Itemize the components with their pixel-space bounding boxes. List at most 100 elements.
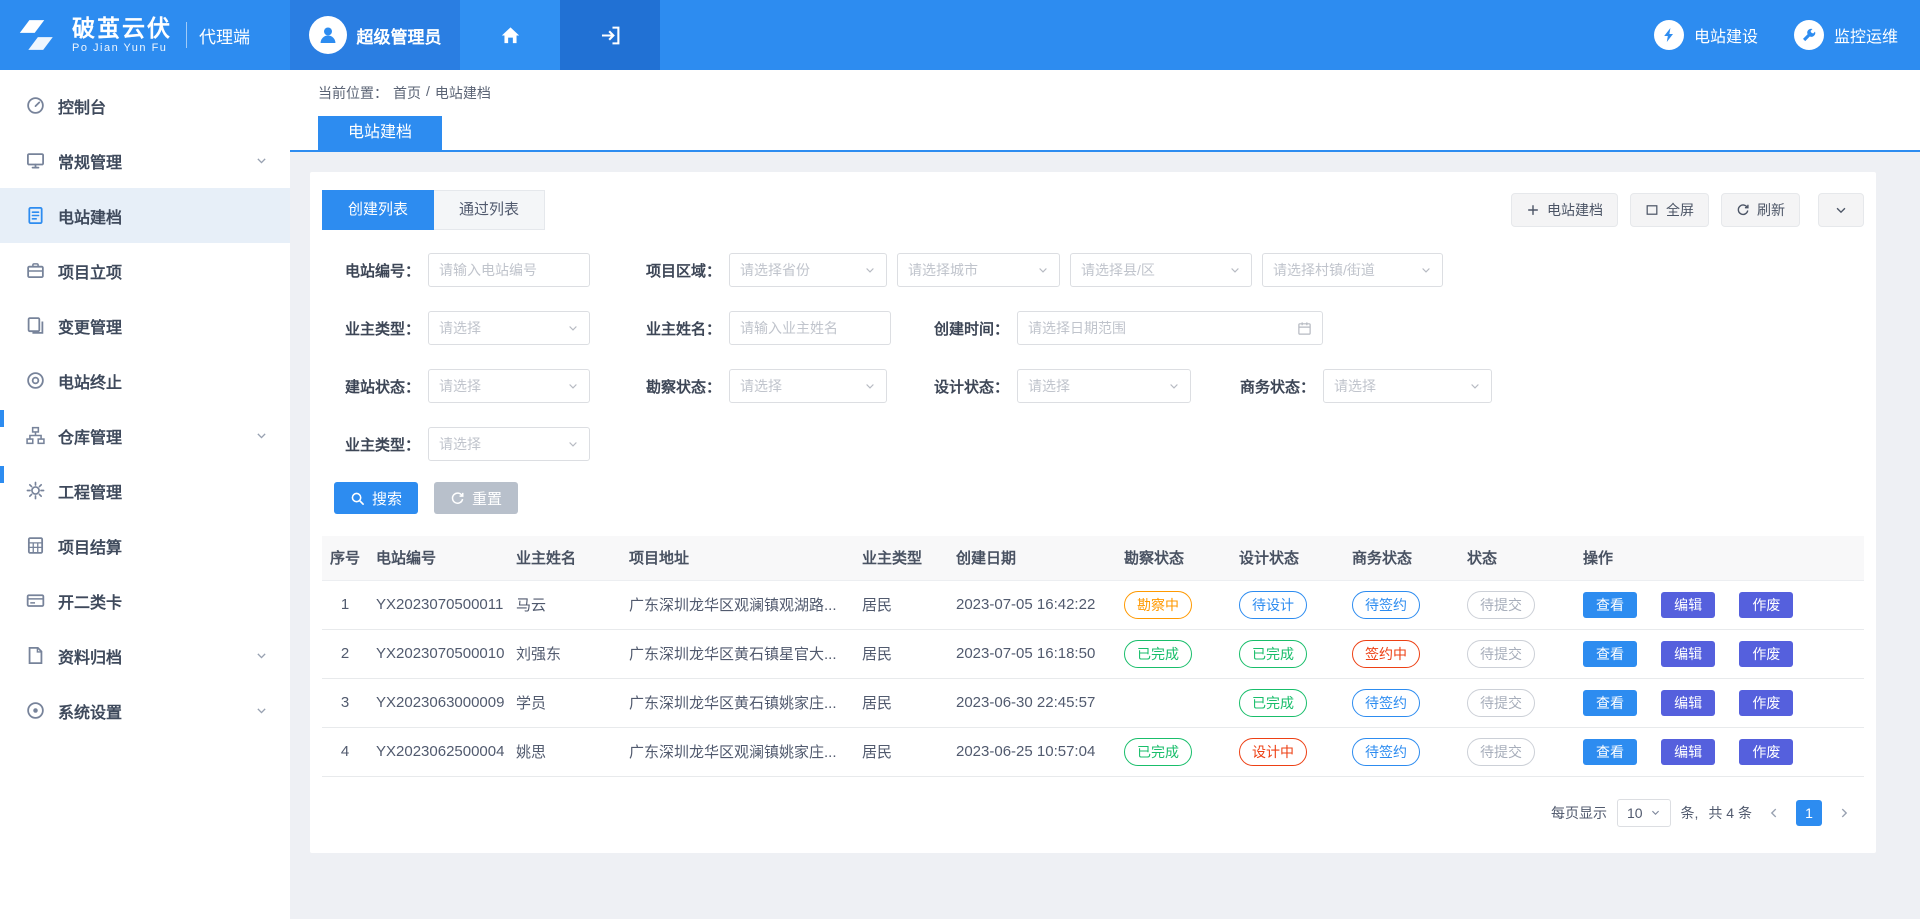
business-status-select[interactable]: 请选择 (1323, 369, 1492, 403)
owner-type-cell: 居民 (854, 678, 948, 727)
sidebar-item-change-management[interactable]: 变更管理 (0, 298, 290, 353)
design-status-field: 设计状态： 请选择 (923, 366, 1191, 406)
owner-type2-select[interactable]: 请选择 (428, 427, 590, 461)
sidebar-item-system-settings[interactable]: 系统设置 (0, 683, 290, 738)
status-cell: 待提交 (1459, 727, 1575, 776)
sidebar-item-station-termination[interactable]: 电站终止 (0, 353, 290, 408)
edit-button[interactable]: 编辑 (1661, 739, 1715, 765)
owner-type-cell: 居民 (854, 727, 948, 776)
station-no-input[interactable] (439, 262, 579, 278)
status-badge: 待签约 (1352, 738, 1420, 766)
sidebar-item-console[interactable]: 控制台 (0, 78, 290, 133)
refresh-icon (1736, 203, 1750, 217)
nav-station-build-label: 电站建设 (1694, 23, 1758, 47)
owner-name-input-wrap (729, 311, 891, 345)
view-button[interactable]: 查看 (1583, 641, 1637, 667)
sidebar-item-type2-card[interactable]: 开二类卡 (0, 573, 290, 628)
void-button[interactable]: 作废 (1739, 739, 1793, 765)
sidebar-item-project-initiation[interactable]: 项目立项 (0, 243, 290, 298)
sidebar-item-engineering-management[interactable]: 工程管理 (0, 463, 290, 518)
chevron-down-icon (1650, 807, 1661, 818)
town-select[interactable]: 请选择村镇/街道 (1262, 253, 1443, 287)
nav-monitor-ops[interactable]: 监控运维 (1794, 20, 1898, 50)
fullscreen-icon (1645, 203, 1659, 217)
county-select[interactable]: 请选择县/区 (1070, 253, 1252, 287)
survey-status-cell: 已完成 (1116, 629, 1231, 678)
card-icon (26, 591, 45, 610)
filter-row-1: 电站编号： 项目区域： 请选择省份 请 (322, 250, 1864, 290)
sidebar-item-general-management[interactable]: 常规管理 (0, 133, 290, 188)
owner-name-input[interactable] (740, 320, 880, 336)
logout-button[interactable] (560, 0, 660, 70)
refresh-button[interactable]: 刷新 (1721, 193, 1800, 227)
fullscreen-button[interactable]: 全屏 (1630, 193, 1709, 227)
tab-passed-list[interactable]: 通过列表 (434, 190, 545, 230)
sidebar-item-station-filing[interactable]: 电站建档 (0, 188, 290, 243)
owner-name-field: 业主姓名： (635, 308, 891, 348)
filter-panel: 电站编号： 项目区域： 请选择省份 请 (322, 230, 1864, 464)
breadcrumb-home-link[interactable]: 首页 (393, 83, 421, 103)
page-number-button[interactable]: 1 (1796, 800, 1822, 826)
prev-page-button[interactable] (1762, 801, 1786, 825)
calendar-icon (1297, 321, 1312, 336)
design-status-select[interactable]: 请选择 (1017, 369, 1191, 403)
table-row: 3 YX2023063000009 学员 广东深圳龙华区黄石镇姚家庄... 居民… (322, 678, 1864, 727)
tab-create-list[interactable]: 创建列表 (322, 190, 434, 230)
edit-button[interactable]: 编辑 (1661, 641, 1715, 667)
table-row: 1 YX2023070500011 马云 广东深圳龙华区观澜镇观湖路... 居民… (322, 580, 1864, 629)
sidebar-item-project-settlement[interactable]: 项目结算 (0, 518, 290, 573)
void-button[interactable]: 作废 (1739, 592, 1793, 618)
column-header-index: 序号 (322, 536, 368, 580)
breadcrumb-separator: / (426, 83, 430, 103)
owner-cell: 马云 (508, 580, 621, 629)
province-select[interactable]: 请选择省份 (729, 253, 887, 287)
search-button[interactable]: 搜索 (334, 482, 418, 514)
build-status-select[interactable]: 请选择 (428, 369, 590, 403)
void-button[interactable]: 作废 (1739, 690, 1793, 716)
view-button[interactable]: 查看 (1583, 690, 1637, 716)
business-status-cell: 待签约 (1344, 580, 1459, 629)
void-button[interactable]: 作废 (1739, 641, 1793, 667)
per-page-label: 每页显示 (1551, 803, 1607, 823)
page-tab-station-filing[interactable]: 电站建档 (318, 116, 442, 150)
filter-row-2: 业主类型： 请选择 业主姓名： (322, 308, 1864, 348)
briefcase-icon (26, 261, 45, 280)
chevron-down-icon (255, 704, 268, 717)
chevron-left-icon (1767, 806, 1781, 820)
owner-type-select[interactable]: 请选择 (428, 311, 590, 345)
collapse-filters-button[interactable] (1818, 193, 1864, 227)
city-select[interactable]: 请选择城市 (897, 253, 1060, 287)
home-button[interactable] (460, 0, 560, 70)
status-badge: 设计中 (1239, 738, 1307, 766)
chevron-down-icon (1420, 264, 1432, 276)
chevron-down-icon (255, 154, 268, 167)
status-badge: 待签约 (1352, 591, 1420, 619)
avatar (309, 16, 347, 54)
reset-button[interactable]: 重置 (434, 482, 518, 514)
sidebar-item-label: 变更管理 (58, 314, 122, 338)
view-button[interactable]: 查看 (1583, 592, 1637, 618)
date-range-input[interactable]: 请选择日期范围 (1017, 311, 1323, 345)
sidebar-item-warehouse-management[interactable]: 仓库管理 (0, 408, 290, 463)
index-cell: 2 (322, 629, 368, 678)
edit-button[interactable]: 编辑 (1661, 592, 1715, 618)
nav-station-build[interactable]: 电站建设 (1654, 20, 1758, 50)
next-page-button[interactable] (1832, 801, 1856, 825)
survey-status-select[interactable]: 请选择 (729, 369, 887, 403)
column-header-owner-type: 业主类型 (854, 536, 948, 580)
owner-cell: 姚思 (508, 727, 621, 776)
chevron-down-icon (255, 649, 268, 662)
column-header-actions: 操作 (1575, 536, 1864, 580)
sidebar-item-label: 控制台 (58, 94, 106, 118)
user-menu[interactable]: 超级管理员 (290, 0, 460, 70)
per-page-select[interactable]: 10 (1617, 799, 1671, 827)
chevron-down-icon (864, 380, 876, 392)
design-status-cell: 已完成 (1231, 629, 1344, 678)
add-station-button[interactable]: 电站建档 (1511, 193, 1618, 227)
sidebar-item-label: 项目结算 (58, 534, 122, 558)
sidebar-item-archive[interactable]: 资料归档 (0, 628, 290, 683)
edit-button[interactable]: 编辑 (1661, 690, 1715, 716)
view-button[interactable]: 查看 (1583, 739, 1637, 765)
brand-area: 破茧云伏 Po Jian Yun Fu 代理端 (0, 0, 290, 70)
owner-type-cell: 居民 (854, 580, 948, 629)
